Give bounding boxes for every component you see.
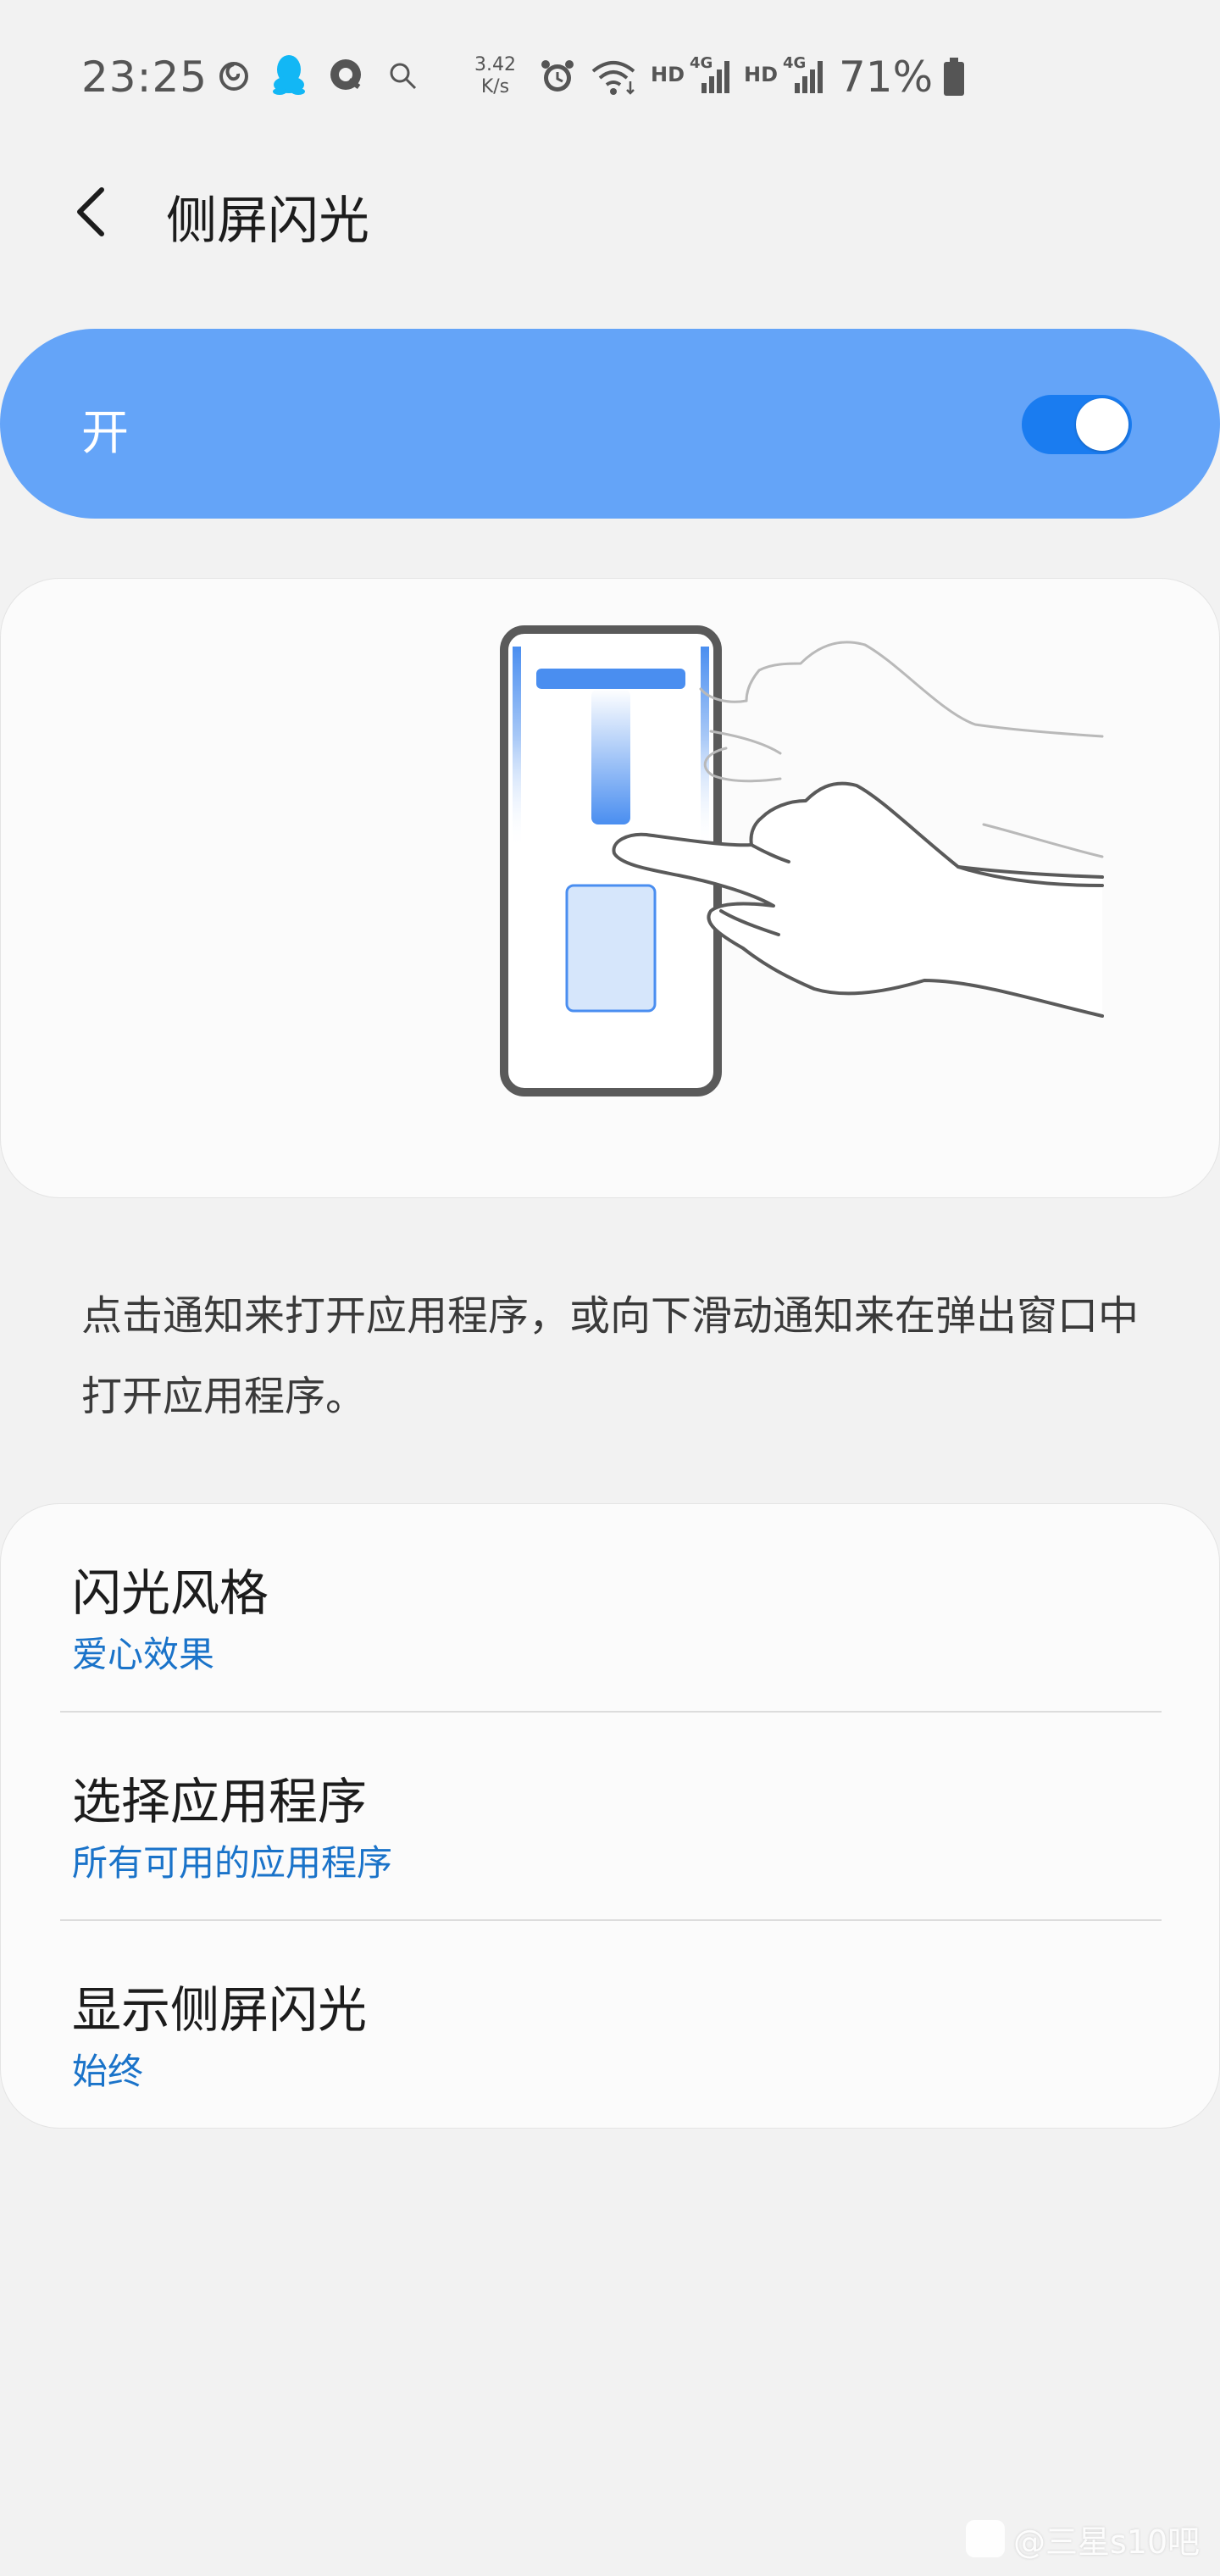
option-title: 显示侧屏闪光 xyxy=(72,1981,368,2039)
net-type-1: 4G xyxy=(690,54,713,72)
chevron-left-icon xyxy=(77,187,104,236)
wifi-icon xyxy=(591,61,635,95)
back-button[interactable] xyxy=(64,178,124,246)
speed-value: 3.42 xyxy=(474,54,516,75)
battery-percent: 71% xyxy=(839,53,934,102)
search-icon xyxy=(390,63,417,90)
master-switch-bar[interactable]: 开 xyxy=(0,329,1220,519)
option-value: 爱心效果 xyxy=(72,1634,215,1675)
q-app-icon xyxy=(330,59,361,90)
qq-icon xyxy=(273,55,305,95)
speed-unit: K/s xyxy=(480,76,510,97)
signal-icon-2: 4G xyxy=(783,54,823,93)
option-show-edge-lighting[interactable]: 显示侧屏闪光 始终 xyxy=(1,1921,1219,2128)
edge-lighting-illustration xyxy=(500,625,1104,1096)
options-card: 闪光风格 爱心效果 选择应用程序 所有可用的应用程序 显示侧屏闪光 始终 xyxy=(0,1503,1220,2129)
watermark: @三星s10吧 xyxy=(966,2515,1200,2562)
feature-description: 点击通知来打开应用程序，或向下滑动通知来在弹出窗口中打开应用程序。 xyxy=(81,1292,1140,1420)
option-select-apps[interactable]: 选择应用程序 所有可用的应用程序 xyxy=(1,1713,1219,1919)
net-type-2: 4G xyxy=(783,54,806,72)
status-time: 23:25 xyxy=(81,53,208,102)
signal-icon: 4G xyxy=(690,54,729,93)
battery-icon xyxy=(944,58,964,96)
illustration-card xyxy=(0,578,1220,1198)
netease-music-icon xyxy=(219,62,248,91)
alarm-icon xyxy=(541,60,574,92)
status-bar: 23:25 3.42 K/s HD 4G HD 4G 71% xyxy=(0,0,1220,153)
option-flash-style[interactable]: 闪光风格 爱心效果 xyxy=(1,1504,1219,1711)
watermark-text: @三星s10吧 xyxy=(1013,2523,1201,2561)
master-switch-label: 开 xyxy=(81,406,129,461)
option-title: 选择应用程序 xyxy=(72,1773,368,1830)
hd-label-1: HD xyxy=(651,63,685,86)
master-toggle-switch[interactable] xyxy=(1022,395,1132,454)
option-value: 所有可用的应用程序 xyxy=(72,1842,393,1884)
option-value: 始终 xyxy=(72,2051,144,2092)
toggle-knob xyxy=(1076,398,1128,451)
network-speed: 3.42 K/s xyxy=(474,54,516,98)
option-title: 闪光风格 xyxy=(72,1564,269,1622)
hd-label-2: HD xyxy=(744,63,779,86)
app-header: 侧屏闪光 xyxy=(0,153,1220,271)
tieba-logo-icon xyxy=(966,2520,1005,2557)
page-title: 侧屏闪光 xyxy=(166,192,369,251)
